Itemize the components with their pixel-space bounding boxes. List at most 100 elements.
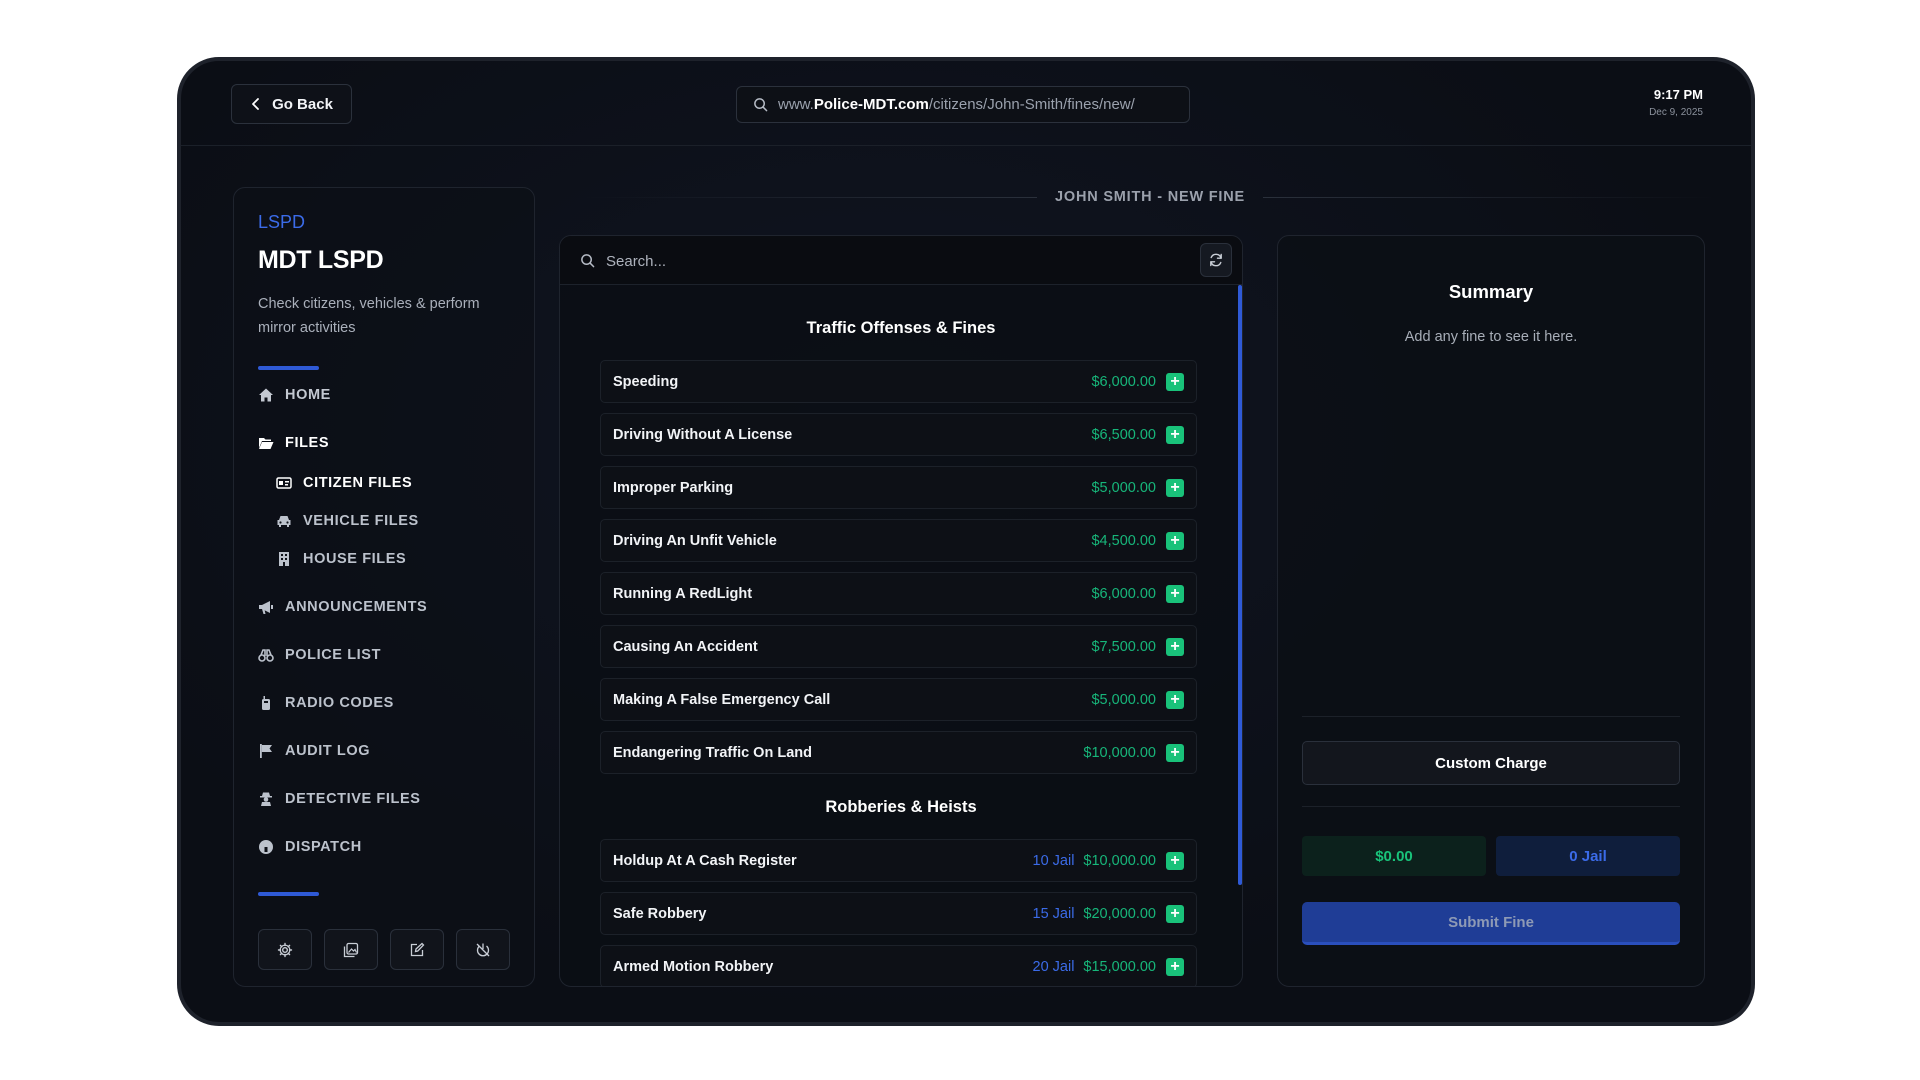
sidebar-footer-actions <box>258 929 510 970</box>
fine-row[interactable]: Running A RedLight $6,000.00 + <box>600 572 1197 615</box>
category-title: Traffic Offenses & Fines <box>806 319 996 337</box>
list-scrollbar[interactable] <box>1238 285 1242 885</box>
sidebar-item-audit-log[interactable]: AUDIT LOG <box>258 740 370 762</box>
megaphone-icon <box>259 601 273 614</box>
fine-row[interactable]: Driving Without A License $6,500.00 + <box>600 413 1197 456</box>
add-fine-button[interactable]: + <box>1166 851 1184 870</box>
url-text: www.Police-MDT.com/citizens/John-Smith/f… <box>778 96 1135 113</box>
fine-name: Holdup At A Cash Register <box>613 852 797 869</box>
fine-jail: 20 Jail <box>1032 958 1075 975</box>
refresh-button[interactable] <box>1200 243 1232 277</box>
sidebar-item-citizen-files[interactable]: CITIZEN FILES <box>276 472 412 494</box>
sidebar-item-radio-codes[interactable]: RADIO CODES <box>258 692 394 714</box>
url-path: /citizens/John-Smith/fines/new/ <box>928 96 1135 113</box>
folder-open-icon <box>259 438 274 449</box>
fine-price: $10,000.00 <box>1083 744 1156 761</box>
go-back-button[interactable]: Go Back <box>231 84 352 124</box>
sidebar-item-home[interactable]: HOME <box>258 384 331 406</box>
search-icon <box>581 254 595 268</box>
settings-button[interactable] <box>258 929 312 970</box>
fine-row[interactable]: Causing An Accident $7,500.00 + <box>600 625 1197 668</box>
fine-name: Armed Motion Robbery <box>613 958 774 975</box>
submit-fine-button[interactable]: Submit Fine <box>1302 902 1680 945</box>
fine-jail: 10 Jail <box>1032 852 1075 869</box>
summary-divider <box>1302 716 1680 717</box>
category-title: Robberies & Heists <box>825 798 977 816</box>
toggle-duty-button[interactable] <box>456 929 510 970</box>
add-fine-button[interactable]: + <box>1166 690 1184 709</box>
app-description: Check citizens, vehicles & perform mirro… <box>258 296 480 336</box>
fine-row[interactable]: Safe Robbery 15 Jail $20,000.00 + <box>600 892 1197 935</box>
clock: 9:17 PM Dec 9, 2025 <box>1649 87 1703 118</box>
building-icon <box>279 552 289 566</box>
fine-price: $10,000.00 <box>1083 852 1156 869</box>
search-input[interactable] <box>606 248 1166 274</box>
fine-price: $20,000.00 <box>1083 905 1156 922</box>
fine-row[interactable]: Endangering Traffic On Land $10,000.00 + <box>600 731 1197 774</box>
summary-empty-text: Add any fine to see it here. <box>1404 329 1578 345</box>
sidebar-item-dispatch[interactable]: DISPATCH <box>258 836 362 858</box>
fine-name: Running A RedLight <box>613 585 753 602</box>
add-fine-button[interactable]: + <box>1166 637 1184 656</box>
fine-name: Speeding <box>613 373 679 390</box>
page-title: JOHN SMITH - NEW FINE <box>1055 189 1245 205</box>
add-fine-button[interactable]: + <box>1166 584 1184 603</box>
images-icon <box>343 942 359 957</box>
add-fine-button[interactable]: + <box>1166 372 1184 391</box>
add-fine-button[interactable]: + <box>1166 478 1184 497</box>
fine-name: Driving Without A License <box>613 426 793 443</box>
sidebar-item-detective-files[interactable]: DETECTIVE FILES <box>258 788 421 810</box>
top-bar: Go Back www.Police-MDT.com/citizens/John… <box>181 61 1751 146</box>
fine-price: $6,000.00 <box>1091 585 1156 602</box>
search-icon <box>754 98 768 112</box>
fine-row[interactable]: Making A False Emergency Call $5,000.00 + <box>600 678 1197 721</box>
summary-title: Summary <box>1448 281 1534 302</box>
fines-list: Traffic Offenses & Fines Speeding $6,000.0… <box>560 285 1242 986</box>
address-bar[interactable]: www.Police-MDT.com/citizens/John-Smith/f… <box>736 86 1190 123</box>
sidebar-item-vehicle-files[interactable]: VEHICLE FILES <box>276 510 419 532</box>
sidebar-item-house-files[interactable]: HOUSE FILES <box>276 548 406 570</box>
heading-rule-left <box>585 196 1037 198</box>
clock-date: Dec 9, 2025 <box>1649 107 1703 118</box>
search-bar <box>560 236 1242 285</box>
id-card-icon <box>276 477 292 489</box>
custom-charge-button[interactable]: Custom Charge <box>1302 741 1680 785</box>
fine-price: $4,500.00 <box>1091 532 1156 549</box>
fines-panel: Traffic Offenses & Fines Speeding $6,000.0… <box>559 235 1243 987</box>
fine-row[interactable]: Improper Parking $5,000.00 + <box>600 466 1197 509</box>
fine-name: Improper Parking <box>613 479 734 496</box>
sidebar-item-label: RADIO CODES <box>285 695 394 711</box>
clock-time: 9:17 PM <box>1653 87 1703 102</box>
add-fine-button[interactable]: + <box>1166 531 1184 550</box>
add-fine-button[interactable]: + <box>1166 743 1184 762</box>
chevron-left-icon <box>252 98 259 110</box>
sidebar-item-label: HOME <box>285 387 331 403</box>
url-domain: Police-MDT.com <box>813 96 929 113</box>
accent-divider <box>258 892 319 896</box>
binoculars-icon <box>258 649 274 662</box>
add-fine-button[interactable]: + <box>1166 425 1184 444</box>
app-title: MDT LSPD <box>258 246 384 274</box>
page-heading: JOHN SMITH - NEW FINE <box>585 187 1715 207</box>
power-off-icon <box>476 943 490 956</box>
fine-row[interactable]: Speeding $6,000.00 + <box>600 360 1197 403</box>
add-fine-button[interactable]: + <box>1166 904 1184 923</box>
add-fine-button[interactable]: + <box>1166 957 1184 976</box>
fine-row[interactable]: Armed Motion Robbery 20 Jail $15,000.00 + <box>600 945 1197 986</box>
summary-panel: Summary Add any fine to see it here. Cus… <box>1277 235 1705 987</box>
sidebar-item-police-list[interactable]: POLICE LIST <box>258 644 381 666</box>
headset-icon <box>259 840 273 854</box>
settings-icon <box>277 942 293 957</box>
fine-price: $7,500.00 <box>1091 638 1156 655</box>
gallery-button[interactable] <box>324 929 378 970</box>
tablet-frame: Go Back www.Police-MDT.com/citizens/John… <box>177 57 1755 1026</box>
accent-divider <box>258 366 319 370</box>
sidebar-item-label: DETECTIVE FILES <box>285 791 421 807</box>
sidebar-item-label: CITIZEN FILES <box>303 475 413 491</box>
sidebar-item-files[interactable]: FILES <box>258 432 329 454</box>
fine-row[interactable]: Holdup At A Cash Register 10 Jail $10,000.… <box>600 839 1197 882</box>
fine-row[interactable]: Driving An Unfit Vehicle $4,500.00 + <box>600 519 1197 562</box>
sidebar-item-announcements[interactable]: ANNOUNCEMENTS <box>258 596 427 618</box>
sidebar-item-label: AUDIT LOG <box>285 743 371 759</box>
edit-button[interactable] <box>390 929 444 970</box>
